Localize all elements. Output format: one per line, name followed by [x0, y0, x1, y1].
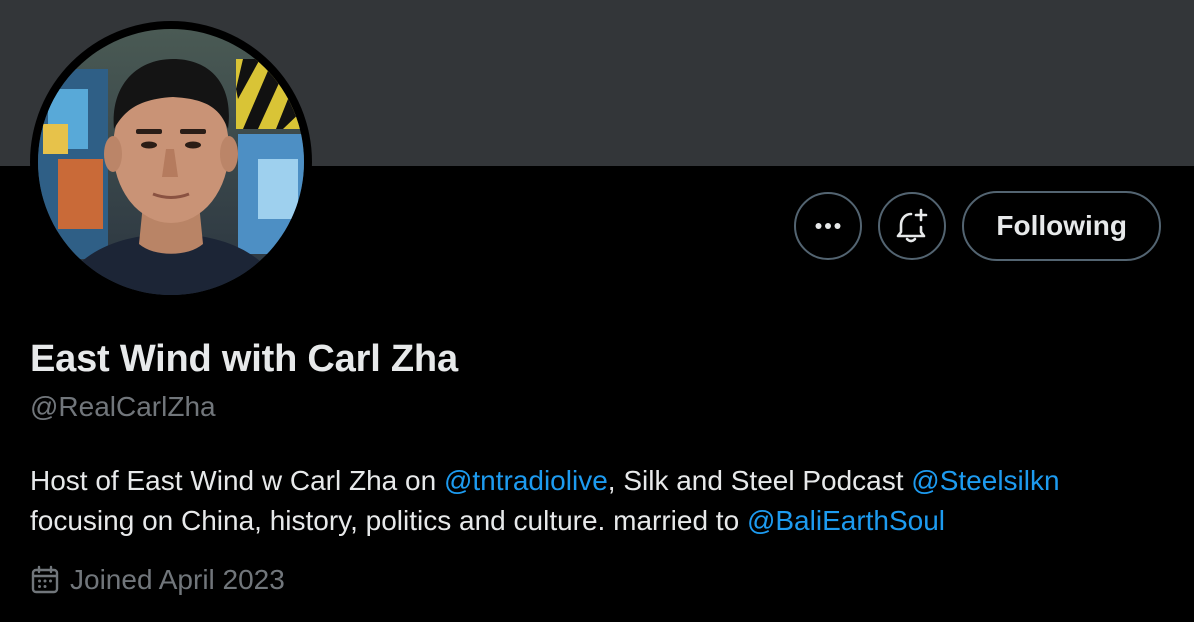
- bio-text: focusing on China, history, politics and…: [30, 505, 747, 536]
- mention-link-tntradiolive[interactable]: @tntradiolive: [444, 465, 608, 496]
- bell-plus-icon: [897, 208, 928, 243]
- mention-link-baliearthsoul[interactable]: @BaliEarthSoul: [747, 505, 945, 536]
- calendar-icon: [30, 565, 60, 595]
- profile-bio: Host of East Wind w Carl Zha on @tntradi…: [30, 461, 1170, 541]
- bio-text: Host of East Wind w Carl Zha on: [30, 465, 444, 496]
- profile-page: Following East Wind with Carl Zha @RealC…: [0, 0, 1194, 622]
- joined-label: Joined April 2023: [70, 564, 285, 595]
- notifications-button[interactable]: [878, 192, 947, 260]
- profile-handle: @RealCarlZha: [30, 391, 216, 422]
- mention-link-steelsilkn[interactable]: @Steelsilkn: [911, 465, 1059, 496]
- following-button[interactable]: Following: [962, 191, 1161, 261]
- avatar-photo: [38, 29, 304, 295]
- bio-line-1: Host of East Wind w Carl Zha on @tntradi…: [30, 461, 1170, 501]
- profile-actions: Following: [794, 191, 1161, 261]
- bio-line-2: focusing on China, history, politics and…: [30, 501, 1170, 541]
- display-name: East Wind with Carl Zha: [30, 338, 458, 380]
- avatar[interactable]: [38, 29, 304, 295]
- joined-date: Joined April 2023: [30, 564, 285, 596]
- bio-text: , Silk and Steel Podcast: [607, 465, 912, 496]
- more-horizontal-icon: [815, 223, 841, 229]
- more-button[interactable]: [794, 192, 863, 260]
